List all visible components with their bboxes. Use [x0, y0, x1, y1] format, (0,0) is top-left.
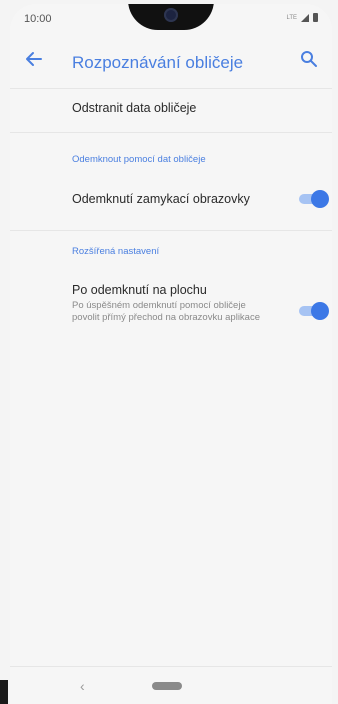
toggle-thumb	[311, 302, 329, 320]
divider	[10, 230, 332, 231]
divider	[10, 132, 332, 133]
skip-to-home-label: Po odemknutí na plochu	[72, 283, 207, 297]
navigation-bar: ‹	[10, 668, 332, 704]
section-header-unlock: Odemknout pomocí dat obličeje	[72, 154, 206, 165]
lockscreen-unlock-label: Odemknutí zamykací obrazovky	[72, 192, 250, 206]
toggle-thumb	[311, 190, 329, 208]
page-title: Rozpoznávání obličeje	[72, 53, 244, 72]
app-bar: Rozpoznávání obličeje	[10, 34, 332, 86]
skip-to-home-toggle[interactable]	[297, 302, 329, 320]
skip-to-home-description: Po úspěšném odemknutí pomocí obličeje po…	[72, 300, 260, 323]
device-edge	[0, 680, 8, 704]
remove-face-data-item[interactable]: Odstranit data obličeje	[72, 101, 322, 121]
navbar-divider	[10, 666, 332, 667]
phone-frame: 10:00 LTE Rozpoznávání obličeje Odstrani…	[0, 0, 338, 704]
lte-icon: LTE	[286, 14, 297, 21]
camera-icon	[164, 8, 178, 22]
battery-icon	[313, 13, 318, 22]
status-icons: LTE	[286, 13, 318, 22]
divider	[10, 88, 332, 89]
lockscreen-unlock-toggle[interactable]	[297, 190, 329, 208]
nav-back-icon[interactable]: ‹	[80, 678, 85, 694]
nav-home-pill[interactable]	[152, 682, 182, 690]
section-header-advanced: Rozšířená nastavení	[72, 246, 160, 257]
status-time: 10:00	[24, 13, 52, 25]
signal-icon	[301, 13, 309, 22]
search-icon[interactable]	[300, 50, 318, 68]
back-arrow-icon[interactable]	[24, 49, 44, 69]
screen: 10:00 LTE Rozpoznávání obličeje Odstrani…	[10, 4, 332, 704]
